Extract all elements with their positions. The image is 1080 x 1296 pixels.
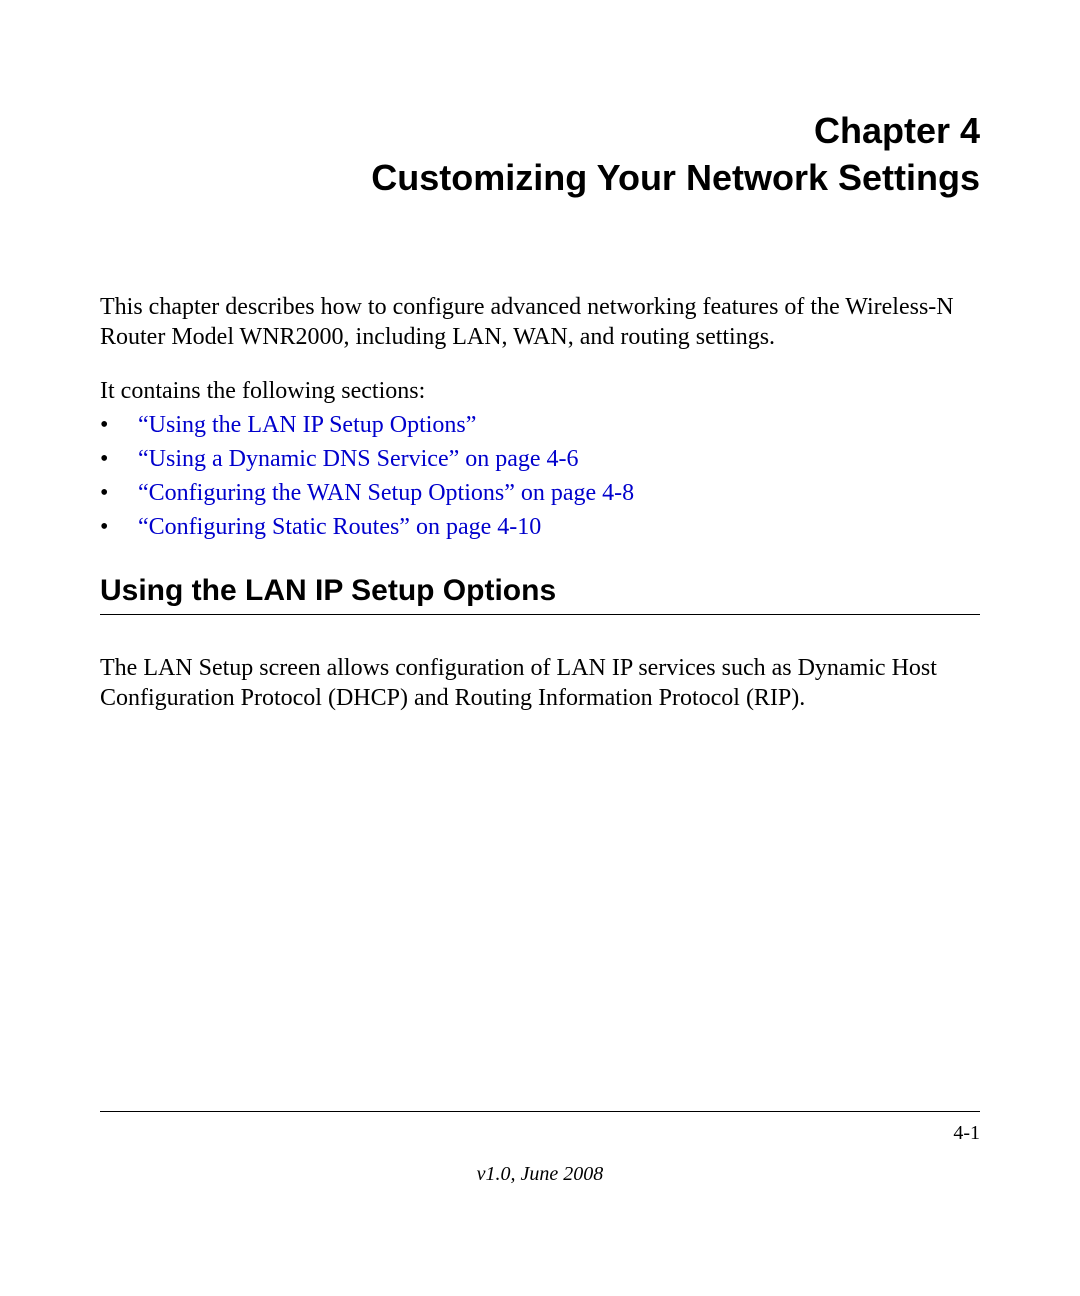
chapter-intro: This chapter describes how to configure … — [100, 292, 980, 352]
document-page: Chapter 4 Customizing Your Network Setti… — [0, 0, 1080, 1296]
toc-item: • “Configuring Static Routes” on page 4-… — [100, 512, 980, 542]
section-paragraph: The LAN Setup screen allows configuratio… — [100, 653, 980, 713]
toc-item: • “Using the LAN IP Setup Options” — [100, 410, 980, 440]
toc-link-wan-setup[interactable]: “Configuring the WAN Setup Options” on p… — [138, 478, 634, 508]
chapter-title: Customizing Your Network Settings — [100, 155, 980, 202]
toc-item: • “Configuring the WAN Setup Options” on… — [100, 478, 980, 508]
bullet-icon: • — [100, 444, 138, 474]
contains-label: It contains the following sections: — [100, 376, 980, 406]
bullet-icon: • — [100, 512, 138, 542]
toc-link-lan-ip-setup[interactable]: “Using the LAN IP Setup Options” — [138, 410, 476, 440]
page-number: 4-1 — [100, 1122, 980, 1145]
page-footer: 4-1 v1.0, June 2008 — [100, 1111, 980, 1186]
toc-item: • “Using a Dynamic DNS Service” on page … — [100, 444, 980, 474]
doc-version: v1.0, June 2008 — [100, 1163, 980, 1186]
bullet-icon: • — [100, 410, 138, 440]
bullet-icon: • — [100, 478, 138, 508]
section-heading-lan-ip: Using the LAN IP Setup Options — [100, 574, 980, 615]
toc-list: • “Using the LAN IP Setup Options” • “Us… — [100, 410, 980, 542]
toc-link-static-routes[interactable]: “Configuring Static Routes” on page 4-10 — [138, 512, 541, 542]
chapter-number: Chapter 4 — [100, 108, 980, 155]
chapter-heading: Chapter 4 Customizing Your Network Setti… — [100, 108, 980, 202]
toc-link-dynamic-dns[interactable]: “Using a Dynamic DNS Service” on page 4-… — [138, 444, 579, 474]
